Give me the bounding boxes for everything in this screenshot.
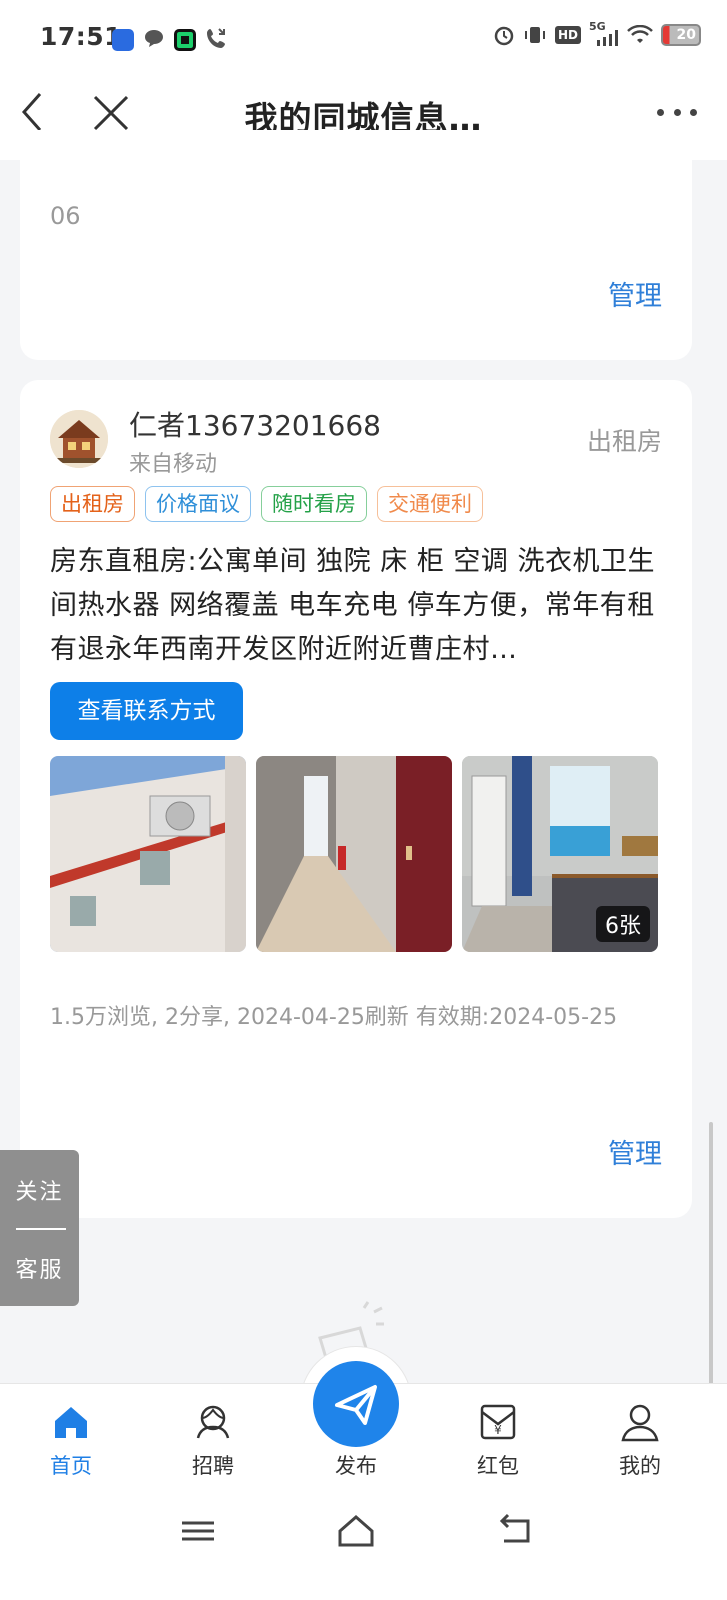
avatar[interactable]	[50, 410, 108, 468]
username[interactable]: 仁者13673201668	[129, 404, 381, 444]
svg-text:¥: ¥	[494, 1423, 502, 1437]
nav-home-label: 首页	[50, 1454, 92, 1478]
phone-missed-icon	[205, 26, 229, 54]
nav-mine-label: 我的	[619, 1454, 661, 1478]
nav-mine[interactable]: 我的	[580, 1384, 700, 1494]
divider	[16, 1228, 66, 1230]
publish-button[interactable]	[313, 1361, 399, 1447]
more-dots-icon[interactable]	[657, 100, 697, 124]
photo-bedroom[interactable]: 6张	[462, 756, 658, 952]
app-green-icon	[174, 29, 196, 51]
tag-convenient-transport: 交通便利	[377, 486, 483, 522]
wifi-icon	[627, 25, 653, 43]
home-button[interactable]	[334, 1511, 378, 1551]
status-time: 17:51	[40, 22, 123, 51]
recruit-icon	[196, 1405, 230, 1439]
system-navigation-bar	[0, 1493, 727, 1600]
back-system-button[interactable]	[494, 1511, 538, 1551]
vibrate-icon	[524, 27, 545, 43]
photo-building-exterior[interactable]	[50, 756, 246, 952]
view-contact-button[interactable]: 查看联系方式	[50, 682, 243, 740]
menu-icon	[182, 1521, 214, 1541]
alarm-icon	[494, 26, 514, 46]
tag-view-anytime: 随时看房	[261, 486, 367, 522]
nav-red-envelope-label: 红包	[477, 1454, 519, 1478]
listing-card[interactable]: 仁者13673201668 来自移动 出租房 出租房 价格面议 随时看房 交通便…	[20, 380, 692, 1218]
send-icon	[335, 1385, 377, 1425]
nav-recruit-label: 招聘	[192, 1454, 234, 1478]
system-status-icons: HD 5G 20	[493, 20, 701, 46]
status-bar: 17:51 HD 5G 20	[0, 0, 727, 76]
manage-button[interactable]: 管理	[608, 274, 662, 313]
nav-red-envelope[interactable]: ¥ 红包	[438, 1384, 558, 1494]
follow-button[interactable]: 关注	[0, 1174, 79, 1206]
hd-icon: HD	[554, 26, 581, 44]
floating-action-panel: 关注 客服	[0, 1150, 79, 1306]
tag-price-negotiable: 价格面议	[145, 486, 251, 522]
manage-button-main[interactable]: 管理	[608, 1132, 662, 1171]
category-label: 出租房	[586, 427, 662, 456]
source-label: 来自移动	[129, 452, 218, 477]
signal-icon: 5G	[589, 20, 619, 46]
user-icon	[621, 1404, 659, 1442]
photo-gallery: 6张	[50, 756, 658, 952]
notification-icons	[112, 26, 229, 54]
listing-description[interactable]: 房东直租房:公寓单间 独院 床 柜 空调 洗衣机卫生间热水器 网络覆盖 电车充电…	[50, 540, 670, 672]
customer-service-button[interactable]: 客服	[0, 1252, 79, 1284]
battery-icon: 20	[661, 24, 701, 46]
home-outline-icon	[338, 1515, 374, 1547]
nav-home[interactable]: 首页	[11, 1384, 131, 1494]
listing-card-previous: 06 管理	[20, 130, 692, 360]
tag-rental: 出租房	[50, 486, 135, 522]
back-arrow-icon	[499, 1513, 530, 1543]
app-shield-icon	[112, 29, 134, 51]
listing-meta: 1.5万浏览, 2分享, 2024-04-25刷新 有效期:2024-05-25	[50, 1005, 618, 1030]
photo-count-badge: 6张	[596, 906, 650, 942]
tag-list: 出租房 价格面议 随时看房 交通便利	[50, 486, 483, 522]
message-bubble-icon	[143, 27, 165, 53]
photo-hallway[interactable]	[256, 756, 452, 952]
meta-tail-text: 06	[50, 202, 81, 230]
red-envelope-icon: ¥	[480, 1404, 516, 1440]
nav-recruit[interactable]: 招聘	[153, 1384, 273, 1494]
menu-button[interactable]	[176, 1511, 220, 1551]
nav-publish-label: 发布	[335, 1454, 377, 1478]
scrollbar[interactable]	[709, 1122, 713, 1422]
home-icon	[55, 1407, 87, 1438]
